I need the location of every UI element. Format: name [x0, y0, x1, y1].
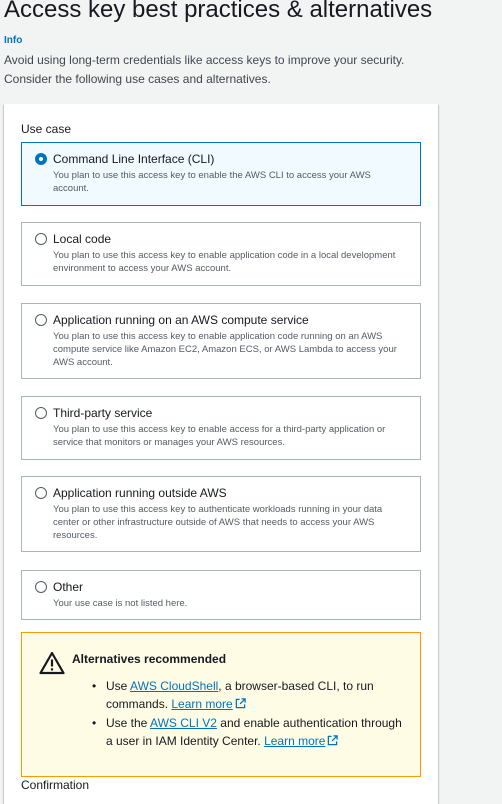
option-title: Other [53, 580, 84, 594]
option-third-party[interactable]: Third-party service You plan to use this… [21, 396, 421, 460]
option-description: You plan to use this access key to enabl… [53, 424, 386, 448]
radio-button[interactable] [35, 581, 47, 593]
option-aws-compute[interactable]: Application running on an AWS compute se… [21, 303, 421, 379]
option-description: Your use case is not listed here. [53, 598, 188, 609]
alternatives-alert: Alternatives recommended Use AWS CloudSh… [21, 632, 421, 777]
option-description: You plan to use this access key to authe… [53, 504, 383, 541]
option-description: You plan to use this access key to enabl… [53, 170, 371, 194]
option-title: Application running outside AWS [53, 486, 227, 500]
radio-button[interactable] [35, 487, 47, 499]
confirmation-label: Confirmation [21, 778, 90, 792]
info-link[interactable]: Info [4, 35, 22, 46]
use-case-label: Use case [21, 122, 72, 136]
page-title: Access key best practices & alternatives [4, 0, 433, 23]
external-link-icon [328, 735, 339, 746]
option-description: You plan to use this access key to enabl… [53, 250, 396, 274]
alert-title: Alternatives recommended [72, 652, 227, 666]
option-local-code[interactable]: Local code You plan to use this access k… [21, 222, 421, 286]
option-description: You plan to use this access key to enabl… [53, 331, 397, 368]
warning-icon [39, 651, 65, 675]
option-title: Third-party service [53, 406, 153, 420]
aws-cloudshell-link[interactable]: AWS CloudShell [130, 679, 218, 693]
item-text: Use the [106, 716, 151, 730]
learn-more-link[interactable]: Learn more [264, 734, 339, 748]
radio-button[interactable] [35, 153, 47, 165]
learn-more-label: Learn more [171, 697, 233, 711]
learn-more-link[interactable]: Learn more [171, 697, 246, 711]
option-cli[interactable]: Command Line Interface (CLI) You plan to… [21, 142, 421, 206]
radio-button[interactable] [35, 407, 47, 419]
list-item: Use AWS CloudShell, a browser-based CLI,… [92, 677, 402, 713]
option-title: Application running on an AWS compute se… [53, 313, 309, 327]
option-outside-aws[interactable]: Application running outside AWS You plan… [21, 476, 421, 552]
aws-cli-v2-link[interactable]: AWS CLI V2 [150, 716, 217, 730]
page-description: Avoid using long-term credentials like a… [4, 53, 405, 86]
item-text: Use [106, 679, 131, 693]
radio-button[interactable] [35, 233, 47, 245]
radio-button[interactable] [35, 314, 47, 326]
list-item: Use the AWS CLI V2 and enable authentica… [92, 714, 402, 750]
option-title: Local code [53, 232, 112, 246]
option-other[interactable]: Other Your use case is not listed here. [21, 570, 421, 620]
external-link-icon [235, 698, 246, 709]
option-title: Command Line Interface (CLI) [53, 152, 215, 166]
use-case-panel: Use case Command Line Interface (CLI) Yo… [4, 104, 438, 804]
alternatives-list: Use AWS CloudShell, a browser-based CLI,… [92, 677, 402, 751]
learn-more-label: Learn more [264, 734, 326, 748]
